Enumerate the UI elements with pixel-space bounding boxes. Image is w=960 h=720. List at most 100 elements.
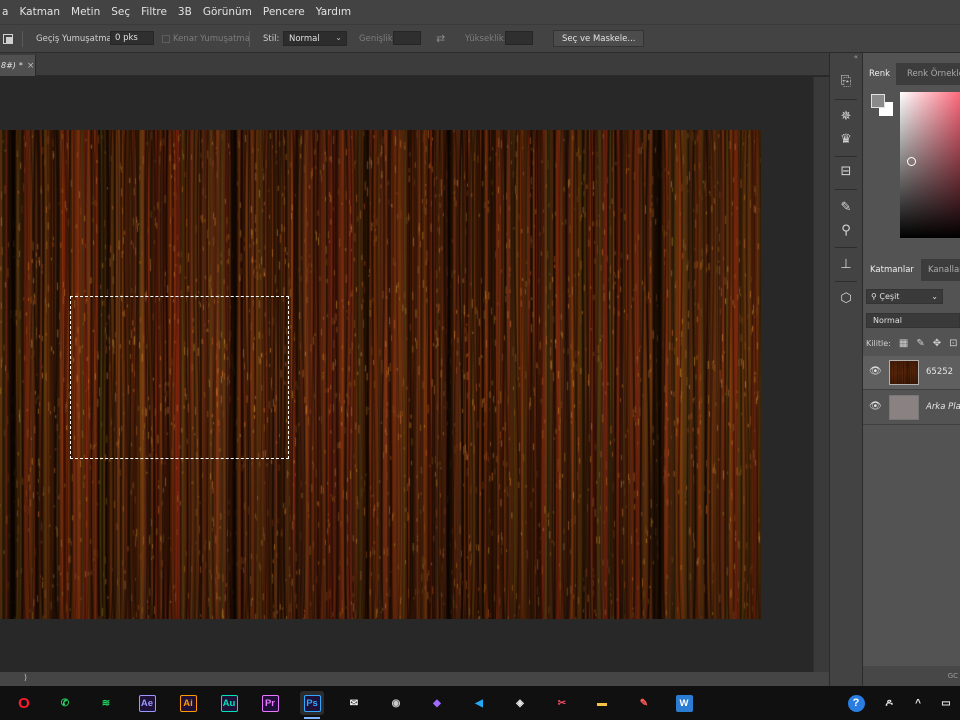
file-explorer-label: ▬ xyxy=(597,697,607,709)
style-select[interactable]: Normal ⌄ xyxy=(283,31,347,46)
lock-position-icon[interactable]: ✥ xyxy=(933,338,941,349)
layer-filter-select[interactable]: ⚲ Çeşit ⌄ xyxy=(866,289,943,304)
document-tab-label: 8#) xyxy=(1,61,16,70)
paint-icon[interactable]: ✎ xyxy=(632,691,656,715)
blend-mode-select[interactable]: Normal xyxy=(866,313,960,328)
help-glyph: ? xyxy=(847,694,865,712)
feather-label: Geçiş Yumuşatma: xyxy=(36,33,115,44)
width-input[interactable] xyxy=(393,31,421,45)
brush-settings-icon[interactable]: ⚲ xyxy=(837,222,855,240)
lock-paint-icon[interactable]: ✎ xyxy=(916,338,924,349)
tab-channels[interactable]: Kanallar xyxy=(921,259,960,281)
3d-cube-icon[interactable]: ⬡ xyxy=(837,290,855,308)
illustrator-icon[interactable]: Ai xyxy=(176,691,200,715)
chevron-up-glyph: ^ xyxy=(915,697,921,709)
menu-item[interactable]: Pencere xyxy=(263,6,305,18)
tool-preset-icon[interactable] xyxy=(3,25,13,52)
audition-icon[interactable]: Au xyxy=(217,691,241,715)
word-icon[interactable]: W xyxy=(672,691,696,715)
tab-color[interactable]: Renk xyxy=(863,63,897,85)
panel-footer: GC xyxy=(863,666,960,686)
foreground-color-swatch[interactable] xyxy=(871,94,885,108)
people-icon[interactable]: ዶ xyxy=(877,691,901,715)
canvas-area[interactable] xyxy=(0,77,813,672)
mail-label: ✉ xyxy=(349,697,359,709)
menu-item[interactable]: Görünüm xyxy=(203,6,252,18)
height-input[interactable] xyxy=(505,31,533,45)
properties-icon[interactable]: ⊟ xyxy=(837,163,855,181)
premiere-icon[interactable]: Pr xyxy=(258,691,282,715)
feather-input[interactable]: 0 pks xyxy=(110,31,154,45)
vscode-label: ◀ xyxy=(475,697,483,709)
layer-name[interactable]: 65252 xyxy=(926,367,953,377)
history-icon[interactable]: ⎘ xyxy=(837,73,855,91)
menu-item[interactable]: 3B xyxy=(178,6,192,18)
layer-thumbnail xyxy=(889,360,919,385)
photoshop-label: Ps xyxy=(303,694,321,712)
document-tab[interactable]: 8#) * × xyxy=(0,55,36,76)
layers-panel: ⚲ Çeşit ⌄ Normal Kilitle: ▦ ✎ ✥ ⊡ 👁 6525… xyxy=(863,281,960,686)
select-mask-button[interactable]: Seç ve Maskele... xyxy=(553,30,645,47)
layer-row[interactable]: 👁 65252 xyxy=(863,356,960,390)
after-effects-icon[interactable]: Ae xyxy=(135,691,159,715)
github-desktop-icon[interactable]: ◉ xyxy=(384,691,408,715)
clone-source-icon[interactable]: ⊥ xyxy=(837,256,855,274)
file-explorer-icon[interactable]: ▬ xyxy=(590,691,614,715)
menu-item[interactable]: Filtre xyxy=(141,6,167,18)
checkbox-box[interactable] xyxy=(162,34,170,43)
vscode-icon[interactable]: ◀ xyxy=(467,691,491,715)
brush-icon[interactable]: ✎ xyxy=(837,199,855,217)
word-label: W xyxy=(675,694,693,712)
menu-item[interactable]: Katman xyxy=(19,6,60,18)
lock-label: Kilitle: xyxy=(866,338,891,348)
document-tab-bar: 8#) * × xyxy=(0,53,829,76)
spotify-icon[interactable]: ≋ xyxy=(94,691,118,715)
menu-item[interactable]: a xyxy=(2,6,8,18)
color-picker-handle[interactable] xyxy=(907,157,916,166)
visibility-eye-icon[interactable]: 👁 xyxy=(869,401,882,412)
menu-item[interactable]: Yardım xyxy=(316,6,351,18)
tab-swatches[interactable]: Renk Örnekleri xyxy=(901,63,960,85)
tab-layers[interactable]: Katmanlar xyxy=(863,259,921,281)
unity-icon[interactable]: ◈ xyxy=(508,691,532,715)
active-indicator xyxy=(304,717,320,719)
github-desktop-label: ◉ xyxy=(391,697,401,709)
taskbar: O ✆ ≋ Ae Ai Au Pr Ps ✉ ◉ ◆ ◀ ◈ ✂ ▬ ✎ W? ዶ ^ ▭ xyxy=(0,686,960,720)
wood-image[interactable] xyxy=(0,130,761,619)
status-arrow-icon[interactable]: ⟩ xyxy=(24,673,27,682)
spotify-label: ≋ xyxy=(101,697,111,709)
divider xyxy=(835,156,857,157)
close-icon[interactable]: × xyxy=(27,61,35,71)
layer-name[interactable]: Arka Plan xyxy=(926,402,960,412)
layer-thumbnail xyxy=(889,395,919,420)
whatsapp-icon[interactable]: ✆ xyxy=(53,691,77,715)
visual-studio-icon[interactable]: ◆ xyxy=(425,691,449,715)
color-panel-tabs: Renk Renk Örnekleri xyxy=(863,63,960,85)
visibility-eye-icon[interactable]: 👁 xyxy=(869,366,882,377)
collapse-icon[interactable]: « xyxy=(830,53,864,63)
illustrator-label: Ai xyxy=(179,694,197,712)
antialias-checkbox[interactable]: Kenar Yumuşatma xyxy=(162,25,250,52)
photoshop-icon[interactable]: Ps xyxy=(300,691,324,719)
options-bar: Geçiş Yumuşatma: 0 pks Kenar Yumuşatma S… xyxy=(0,24,960,53)
help-icon[interactable]: ? xyxy=(844,691,868,715)
swap-icon[interactable]: ⇄ xyxy=(436,25,445,52)
brush-presets-icon[interactable]: ♛ xyxy=(837,131,855,149)
network-icon[interactable]: ▭ xyxy=(934,691,958,715)
network-glyph: ▭ xyxy=(941,697,951,709)
audition-label: Au xyxy=(220,694,238,712)
width-label: Genişlik: xyxy=(359,33,396,44)
mail-icon[interactable]: ✉ xyxy=(342,691,366,715)
lock-transparency-icon[interactable]: ▦ xyxy=(899,338,908,349)
premiere-label: Pr xyxy=(261,694,279,712)
menu-item[interactable]: Seç xyxy=(111,6,130,18)
adjustments-icon[interactable]: ✵ xyxy=(837,108,855,126)
lock-artboard-icon[interactable]: ⊡ xyxy=(949,338,957,349)
chevron-up-icon[interactable]: ^ xyxy=(906,691,930,715)
layer-row[interactable]: 👁 Arka Plan xyxy=(863,391,960,425)
opera-icon[interactable]: O xyxy=(12,691,36,715)
snipping-tool-icon[interactable]: ✂ xyxy=(550,691,574,715)
modified-indicator: * xyxy=(18,61,23,70)
vertical-scrollbar[interactable] xyxy=(813,77,829,672)
menu-item[interactable]: Metin xyxy=(71,6,100,18)
